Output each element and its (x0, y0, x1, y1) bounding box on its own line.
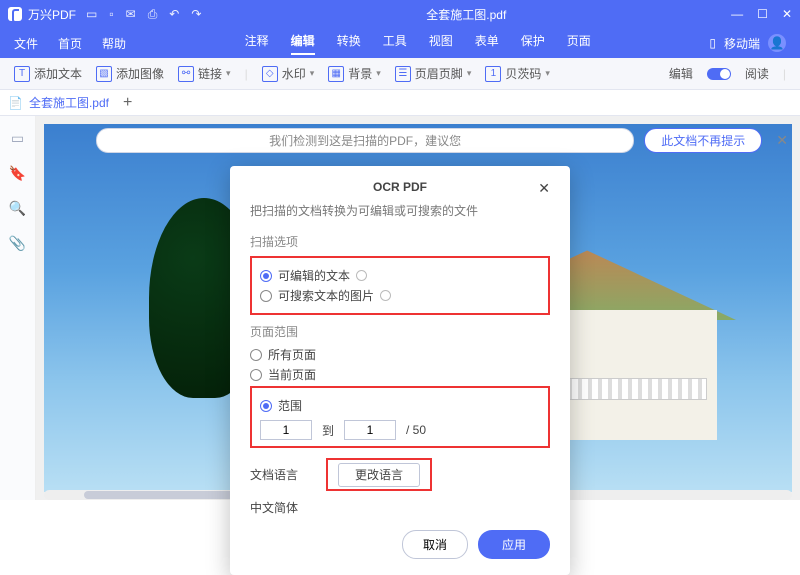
range-from-input[interactable] (260, 420, 312, 440)
document-title: 全套施工图.pdf (201, 6, 731, 23)
menu-file[interactable]: 文件 (14, 35, 38, 52)
menu-help[interactable]: 帮助 (102, 35, 126, 52)
app-name: 万兴PDF (28, 6, 76, 23)
dialog-title: OCR PDF (373, 180, 427, 194)
tab-page[interactable]: 页面 (567, 32, 591, 55)
undo-icon[interactable]: ↶ (169, 7, 179, 22)
notice-close-icon[interactable]: ✕ (776, 132, 788, 149)
ocr-notice-bar: 我们检测到这是扫描的PDF，建议您 此文档不再提示 ✕ (96, 128, 788, 152)
range-to-input[interactable] (344, 420, 396, 440)
file-tab[interactable]: 📄 全套施工图.pdf (8, 94, 109, 111)
tool-watermark[interactable]: ◇水印▾ (262, 65, 315, 82)
chevron-down-icon: ▾ (310, 68, 315, 79)
radio-icon (260, 400, 272, 412)
tool-add-image[interactable]: ▧添加图像 (96, 65, 164, 82)
page-range-heading: 页面范围 (250, 323, 550, 340)
chevron-down-icon: ▾ (545, 68, 550, 79)
image-icon: ▧ (96, 66, 112, 82)
app-logo-icon (8, 7, 22, 21)
tool-add-text[interactable]: T添加文本 (14, 65, 82, 82)
radio-editable-text[interactable]: 可编辑的文本 (260, 267, 540, 284)
save-icon[interactable]: ▫ (109, 7, 113, 22)
mail-icon[interactable]: ✉ (126, 7, 136, 22)
dialog-close-icon[interactable]: ✕ (538, 180, 550, 197)
left-sidebar: ▭ 🔖 🔍 📎 (0, 116, 36, 500)
tool-background[interactable]: ▦背景▾ (328, 65, 381, 82)
menubar: 文件 首页 帮助 注释 编辑 转换 工具 视图 表单 保护 页面 ▯ 移动端 👤 (0, 28, 800, 58)
scan-options-heading: 扫描选项 (250, 233, 550, 250)
redo-icon[interactable]: ↷ (191, 7, 201, 22)
range-to-label: 到 (322, 422, 334, 439)
user-avatar-icon[interactable]: 👤 (768, 34, 786, 52)
radio-icon (250, 369, 262, 381)
chevron-down-icon: ▾ (226, 68, 231, 79)
change-language-button[interactable]: 更改语言 (338, 463, 420, 487)
highlight-scan-options: 可编辑的文本 可搜索文本的图片 (250, 256, 550, 315)
open-icon[interactable]: ▭ (86, 7, 97, 22)
bookmark-icon[interactable]: 🔖 (9, 165, 26, 182)
tool-bates[interactable]: 1贝茨码▾ (485, 65, 550, 82)
radio-searchable-image[interactable]: 可搜索文本的图片 (260, 287, 540, 304)
ocr-dialog: OCR PDF ✕ 把扫描的文档转换为可编辑或可搜索的文件 扫描选项 可编辑的文… (230, 166, 570, 575)
menu-mobile[interactable]: 移动端 (724, 35, 760, 52)
doc-language-value: 中文简体 (250, 499, 550, 516)
tool-header-footer[interactable]: ☰页眉页脚▾ (395, 65, 472, 82)
close-icon[interactable]: ✕ (782, 7, 792, 21)
menu-home[interactable]: 首页 (58, 35, 82, 52)
radio-icon (260, 270, 272, 282)
tab-tools[interactable]: 工具 (383, 32, 407, 55)
file-tab-name: 全套施工图.pdf (29, 94, 109, 111)
tab-convert[interactable]: 转换 (337, 32, 361, 55)
edit-toolbar: T添加文本 ▧添加图像 ⚯链接▾ | ◇水印▾ ▦背景▾ ☰页眉页脚▾ 1贝茨码… (0, 58, 800, 90)
tab-annotate[interactable]: 注释 (245, 32, 269, 55)
edit-mode-toggle[interactable] (707, 68, 731, 80)
mode-read-label: 阅读 (745, 65, 769, 82)
chevron-down-icon: ▾ (467, 68, 472, 79)
tab-view[interactable]: 视图 (429, 32, 453, 55)
chevron-down-icon: ▾ (376, 68, 381, 79)
text-icon: T (14, 66, 30, 82)
background-icon: ▦ (328, 66, 344, 82)
help-icon[interactable] (356, 270, 367, 281)
link-icon: ⚯ (178, 66, 194, 82)
radio-all-pages[interactable]: 所有页面 (250, 346, 550, 363)
tab-edit[interactable]: 编辑 (291, 32, 315, 55)
file-tab-bar: 📄 全套施工图.pdf + (0, 90, 800, 116)
radio-range[interactable]: 范围 (260, 397, 540, 414)
tool-link[interactable]: ⚯链接▾ (178, 65, 231, 82)
cancel-button[interactable]: 取消 (402, 530, 468, 559)
apply-button[interactable]: 应用 (478, 530, 550, 559)
attachment-icon[interactable]: 📎 (9, 235, 26, 252)
header-footer-icon: ☰ (395, 66, 411, 82)
maximize-icon[interactable]: ☐ (757, 7, 768, 21)
minimize-icon[interactable]: — (731, 7, 743, 21)
radio-current-page[interactable]: 当前页面 (250, 366, 550, 383)
help-icon[interactable] (380, 290, 391, 301)
print-icon[interactable]: ⎙ (148, 7, 158, 22)
bates-icon: 1 (485, 66, 501, 82)
doc-language-label: 文档语言 (250, 466, 298, 483)
tab-protect[interactable]: 保护 (521, 32, 545, 55)
radio-icon (250, 349, 262, 361)
search-icon[interactable]: 🔍 (9, 200, 26, 217)
dialog-subtitle: 把扫描的文档转换为可编辑或可搜索的文件 (250, 202, 550, 219)
thumbnails-icon[interactable]: ▭ (11, 130, 24, 147)
range-total: / 50 (406, 423, 426, 437)
pdf-file-icon: 📄 (8, 96, 23, 110)
new-tab-button[interactable]: + (123, 94, 132, 112)
tab-form[interactable]: 表单 (475, 32, 499, 55)
watermark-icon: ◇ (262, 66, 278, 82)
titlebar: 万兴PDF ▭ ▫ ✉ ⎙ ↶ ↷ 全套施工图.pdf — ☐ ✕ (0, 0, 800, 28)
highlight-page-range: 范围 到 / 50 (250, 386, 550, 448)
window-controls: — ☐ ✕ (731, 7, 792, 21)
highlight-change-language: 更改语言 (326, 458, 432, 491)
notice-dismiss-button[interactable]: 此文档不再提示 (644, 128, 762, 153)
titlebar-quick-actions: ▭ ▫ ✉ ⎙ ↶ ↷ (86, 7, 201, 22)
notice-text: 我们检测到这是扫描的PDF，建议您 (96, 128, 634, 153)
radio-icon (260, 290, 272, 302)
mode-edit-label: 编辑 (669, 65, 693, 82)
workspace: ▭ 🔖 🔍 📎 我们检测到这是扫描的PDF，建议您 此文档不再提示 ✕ OCR … (0, 116, 800, 500)
ribbon-tabs: 注释 编辑 转换 工具 视图 表单 保护 页面 (245, 32, 591, 55)
mobile-icon[interactable]: ▯ (709, 36, 716, 50)
